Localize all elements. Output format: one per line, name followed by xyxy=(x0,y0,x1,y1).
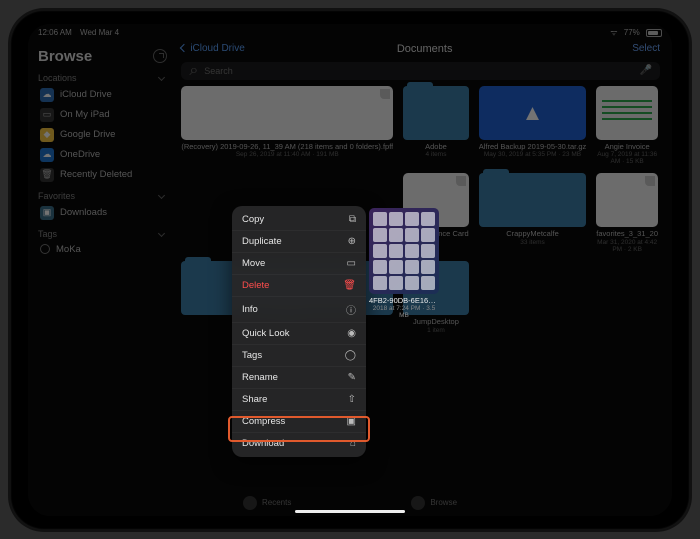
sidebar-title: Browse xyxy=(38,48,92,65)
menu-duplicate[interactable]: Duplicate⊕ xyxy=(232,231,366,253)
duplicate-icon: ⊕ xyxy=(348,236,356,247)
file-name: JumpDesktop xyxy=(403,318,468,327)
sidebar-tag-moka[interactable]: MoKa xyxy=(38,241,167,258)
file-name: favorites_3_31_20 xyxy=(596,230,658,239)
menu-share[interactable]: Share⇧ xyxy=(232,389,366,411)
gdrive-icon: ◆ xyxy=(40,128,54,142)
trash-icon: 🗑 xyxy=(40,168,54,182)
sidebar-item-trash[interactable]: 🗑Recently Deleted xyxy=(38,165,167,185)
chevron-down-icon xyxy=(158,230,165,237)
menu-copy[interactable]: Copy⧉ xyxy=(232,209,366,231)
file-meta: Aug 7, 2019 at 11:36 AM · 15 KB xyxy=(596,151,658,165)
folder-thumb xyxy=(479,173,587,227)
search-bar[interactable]: ⌕ 🎤 xyxy=(181,62,660,80)
mic-icon[interactable]: 🎤 xyxy=(640,65,652,76)
download-icon: ⌂ xyxy=(350,438,356,449)
menu-compress[interactable]: Compress▣ xyxy=(232,411,366,433)
menu-tags[interactable]: Tags◯ xyxy=(232,345,366,367)
section-favorites[interactable]: Favorites xyxy=(38,191,167,201)
folder-icon xyxy=(411,496,425,510)
status-time: 12:06 AM xyxy=(38,28,72,37)
section-tags[interactable]: Tags xyxy=(38,229,167,239)
status-bar: 12:06 AM Wed Mar 4 ᯤ 77% xyxy=(28,24,672,40)
search-input[interactable] xyxy=(204,66,633,76)
chevron-down-icon xyxy=(158,192,165,199)
back-button[interactable]: iCloud Drive xyxy=(181,43,244,54)
file-item[interactable]: Angie InvoiceAug 7, 2019 at 11:36 AM · 1… xyxy=(596,86,658,166)
menu-download[interactable]: Download⌂ xyxy=(232,433,366,454)
sidebar-item-onedrive[interactable]: ☁OneDrive xyxy=(38,145,167,165)
sidebar-item-onmyipad[interactable]: ▭On My iPad xyxy=(38,105,167,125)
selected-file-preview[interactable]: 4FB2-90DB-6E165F6A209CF 2018 at 7:24 PM … xyxy=(369,208,439,320)
file-name: CrappyMetcalfe xyxy=(479,230,587,239)
home-indicator[interactable] xyxy=(295,510,405,513)
file-item[interactable]: Adobe4 items xyxy=(403,86,468,166)
copy-icon: ⧉ xyxy=(349,214,356,225)
menu-move[interactable]: Move▭ xyxy=(232,253,366,275)
file-meta: 33 items xyxy=(479,239,587,246)
selected-file-meta: 2018 at 7:24 PM · 3.5 MB xyxy=(369,305,439,319)
tag-circle-icon xyxy=(40,244,50,254)
file-meta: Mar 31, 2020 at 4:42 PM · 2 KB xyxy=(596,239,658,253)
section-locations[interactable]: Locations xyxy=(38,73,167,83)
file-name: (Recovery) 2019-09-26, 11_39 AM (218 ite… xyxy=(181,143,393,152)
info-icon: ⓘ xyxy=(346,302,356,317)
file-meta: 4 items xyxy=(403,151,468,158)
sidebar-item-downloads[interactable]: ▣Downloads xyxy=(38,203,167,223)
delete-icon: 🗑 xyxy=(343,280,356,291)
menu-delete[interactable]: Delete🗑 xyxy=(232,275,366,297)
folder-thumb xyxy=(403,86,468,140)
select-button[interactable]: Select xyxy=(632,43,660,54)
rename-icon: ✎ xyxy=(348,372,356,383)
search-icon: ⌕ xyxy=(189,62,198,80)
sidebar-item-gdrive[interactable]: ◆Google Drive xyxy=(38,125,167,145)
file-item[interactable]: ▲ Alfred Backup 2019-05-30.tar.gzMay 30, … xyxy=(479,86,587,166)
spreadsheet-thumb xyxy=(596,86,658,140)
file-meta: Sep 26, 2019 at 11:40 AM · 191 MB xyxy=(181,151,393,158)
menu-quick-look[interactable]: Quick Look◉ xyxy=(232,323,366,345)
quick look-icon: ◉ xyxy=(347,328,356,339)
onedrive-icon: ☁ xyxy=(40,148,54,162)
tab-browse[interactable]: Browse xyxy=(411,496,457,510)
chevron-down-icon xyxy=(158,74,165,81)
file-meta: 1 item xyxy=(403,327,468,334)
compress-icon: ▣ xyxy=(347,416,356,427)
ipad-icon: ▭ xyxy=(40,108,54,122)
file-item[interactable]: CrappyMetcalfe33 items xyxy=(479,173,587,253)
sidebar: Browse Locations ☁iCloud Drive ▭On My iP… xyxy=(28,40,177,516)
tgz-thumb: ▲ xyxy=(479,86,587,140)
doc-thumb xyxy=(181,86,393,140)
battery-icon xyxy=(646,29,662,37)
move-icon: ▭ xyxy=(347,258,356,269)
page-title: Documents xyxy=(177,43,672,55)
sidebar-item-icloud[interactable]: ☁iCloud Drive xyxy=(38,85,167,105)
bottom-tabs: Recents Browse xyxy=(243,496,457,510)
file-item[interactable]: (Recovery) 2019-09-26, 11_39 AM (218 ite… xyxy=(181,86,393,166)
recents-icon[interactable] xyxy=(153,49,167,63)
folder-icon: ▣ xyxy=(40,206,54,220)
file-meta: May 30, 2019 at 5:35 PM · 23 MB xyxy=(479,151,587,158)
selected-file-name: 4FB2-90DB-6E165F6A209CF xyxy=(369,297,439,306)
clock-icon xyxy=(243,496,257,510)
wifi-icon: ᯤ xyxy=(610,28,617,37)
battery-pct: 77% xyxy=(624,28,640,37)
chevron-left-icon xyxy=(180,44,188,52)
status-date: Wed Mar 4 xyxy=(80,28,119,37)
file-name: Angie Invoice xyxy=(596,143,658,152)
share-icon: ⇧ xyxy=(348,394,356,405)
context-menu: Copy⧉Duplicate⊕Move▭Delete🗑InfoⓘQuick Lo… xyxy=(232,206,366,457)
file-item[interactable]: favorites_3_31_20Mar 31, 2020 at 4:42 PM… xyxy=(596,173,658,253)
tags-icon: ◯ xyxy=(345,350,356,361)
file-name: Alfred Backup 2019-05-30.tar.gz xyxy=(479,143,587,152)
menu-info[interactable]: Infoⓘ xyxy=(232,297,366,323)
file-name: Adobe xyxy=(403,143,468,152)
doc-thumb xyxy=(596,173,658,227)
screenshot-thumb xyxy=(369,208,439,294)
menu-rename[interactable]: Rename✎ xyxy=(232,367,366,389)
cloud-icon: ☁ xyxy=(40,88,54,102)
tab-recents[interactable]: Recents xyxy=(243,496,291,510)
